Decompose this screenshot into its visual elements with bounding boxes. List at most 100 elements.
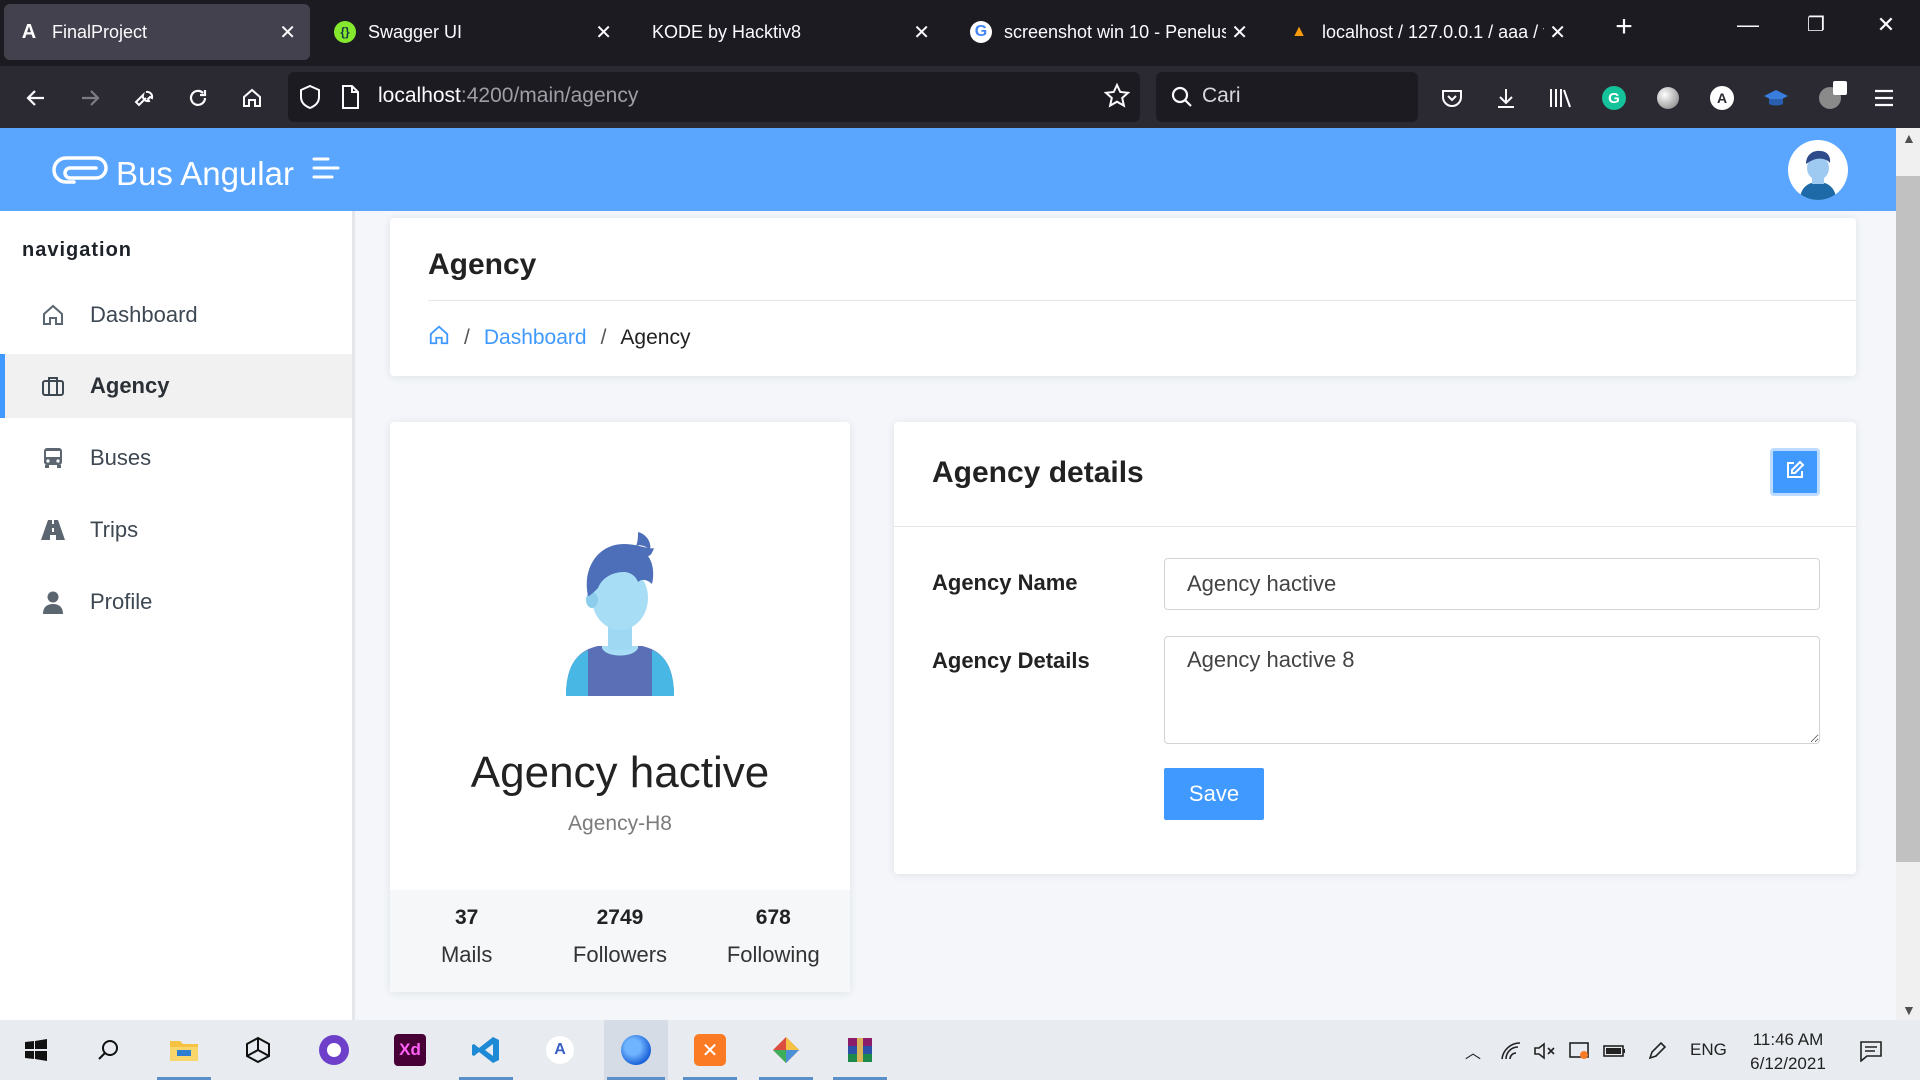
- user-avatar[interactable]: [1788, 140, 1848, 200]
- restore-icon[interactable]: ❐: [1796, 12, 1836, 37]
- agency-name-label: Agency Name: [932, 570, 1078, 595]
- app-menu-icon[interactable]: [1864, 78, 1904, 118]
- library-icon[interactable]: [1540, 78, 1580, 118]
- breadcrumb-separator: /: [464, 326, 470, 349]
- url-host: localhost: [378, 84, 461, 107]
- page-header-card: Agency / Dashboard / Agency: [390, 218, 1856, 376]
- page-title: Agency: [428, 248, 537, 281]
- agency-details-textarea[interactable]: Agency hactive 8: [1164, 636, 1820, 744]
- battery-icon[interactable]: [1602, 1038, 1628, 1064]
- app-header: Bus Angular: [0, 128, 1896, 211]
- unity-icon[interactable]: [228, 1020, 288, 1080]
- url-text[interactable]: localhost:4200/main/agency: [378, 84, 638, 108]
- sidebar-item-agency[interactable]: Agency: [0, 354, 352, 418]
- system-clock[interactable]: 11:46 AM 6/12/2021: [1740, 1028, 1836, 1076]
- adobe-xd-icon[interactable]: Xd: [380, 1020, 440, 1080]
- agency-details-label: Agency Details: [932, 648, 1090, 673]
- bus-icon: [40, 445, 66, 471]
- browser-tab[interactable]: KODE by Hacktiv8 ✕: [638, 4, 944, 60]
- browser-nav-bar: localhost:4200/main/agency Cari G A: [0, 66, 1920, 128]
- pocket-icon[interactable]: [1432, 78, 1472, 118]
- sidebar-item-profile[interactable]: Profile: [0, 570, 352, 634]
- agency-name-input[interactable]: [1164, 558, 1820, 610]
- scroll-down-icon[interactable]: ▼: [1902, 1002, 1916, 1018]
- windows-taskbar: Xd A ✕ ︿ ENG 11:46 AM 6/12/2021: [0, 1020, 1920, 1080]
- profile-subtitle: Agency-H8: [568, 812, 672, 835]
- tab-label: localhost / 127.0.0.1 / aaa / tr: [1322, 21, 1544, 42]
- window-close-icon[interactable]: ✕: [1866, 12, 1906, 38]
- pen-icon[interactable]: [1644, 1038, 1670, 1064]
- tab-close-icon[interactable]: ✕: [1231, 20, 1248, 45]
- winrar-icon[interactable]: [830, 1020, 890, 1080]
- wifi-icon[interactable]: [1498, 1038, 1524, 1064]
- windows-start-icon[interactable]: [6, 1020, 66, 1080]
- agency-details-card: Agency details Agency Name Agency Detail…: [894, 422, 1858, 874]
- tab-close-icon[interactable]: ✕: [913, 20, 930, 45]
- xampp-tray-icon[interactable]: [1566, 1038, 1592, 1064]
- tray-chevron-up-icon[interactable]: ︿: [1460, 1038, 1486, 1064]
- back-icon[interactable]: [16, 78, 56, 118]
- save-button[interactable]: Save: [1164, 768, 1264, 820]
- app-icon[interactable]: A: [530, 1020, 590, 1080]
- breadcrumb-dashboard-link[interactable]: Dashboard: [484, 326, 587, 350]
- sidebar-item-label: Agency: [90, 373, 170, 398]
- tab-label: FinalProject: [52, 21, 148, 42]
- forward-icon[interactable]: [70, 78, 110, 118]
- notification-center-icon[interactable]: [1858, 1038, 1884, 1064]
- sidebar-item-label: Buses: [90, 445, 152, 470]
- sidebar-item-buses[interactable]: Buses: [0, 426, 352, 490]
- file-explorer-icon[interactable]: [154, 1020, 214, 1080]
- github-desktop-icon[interactable]: [304, 1020, 364, 1080]
- home-icon[interactable]: [232, 78, 272, 118]
- search-icon[interactable]: [78, 1020, 138, 1080]
- reload-icon[interactable]: [178, 78, 218, 118]
- tab-close-icon[interactable]: ✕: [279, 20, 296, 45]
- google-favicon-icon: G: [970, 21, 992, 43]
- tab-close-icon[interactable]: ✕: [1549, 20, 1566, 45]
- tab-label: Swagger UI: [368, 21, 463, 42]
- swagger-favicon-icon: {}: [334, 21, 356, 43]
- sidebar-toggle-icon[interactable]: [312, 156, 340, 185]
- page-scrollbar[interactable]: ▲ ▼: [1896, 128, 1920, 1020]
- download-icon[interactable]: [1486, 78, 1526, 118]
- extension-icon[interactable]: [1648, 78, 1688, 118]
- url-bar[interactable]: localhost:4200/main/agency: [288, 72, 1140, 122]
- browser-tab[interactable]: {} Swagger UI ✕: [320, 4, 626, 60]
- browser-tab[interactable]: A FinalProject ✕: [4, 4, 310, 60]
- agency-avatar: [552, 526, 688, 701]
- firefox-icon[interactable]: [604, 1020, 668, 1080]
- graduation-cap-icon[interactable]: [1756, 78, 1796, 118]
- sidebar-item-label: Profile: [90, 589, 153, 614]
- stat-followers: 2749 Followers: [543, 890, 696, 992]
- sourcetree-icon[interactable]: [756, 1020, 816, 1080]
- new-tab-icon[interactable]: +: [1604, 10, 1644, 44]
- extensions-badge-icon[interactable]: [1810, 78, 1850, 118]
- sidebar-item-trips[interactable]: Trips: [0, 498, 352, 562]
- scrollbar-thumb[interactable]: [1896, 176, 1920, 862]
- minimize-icon[interactable]: —: [1728, 12, 1768, 38]
- language-indicator[interactable]: ENG: [1690, 1040, 1727, 1060]
- browser-tab[interactable]: ▲ localhost / 127.0.0.1 / aaa / tr ✕: [1274, 4, 1580, 60]
- grammarly-icon[interactable]: G: [1594, 78, 1634, 118]
- brand-logo[interactable]: Bus Angular: [52, 150, 294, 198]
- scroll-up-icon[interactable]: ▲: [1902, 130, 1916, 146]
- tab-close-icon[interactable]: ✕: [595, 20, 612, 45]
- vscode-icon[interactable]: [456, 1020, 516, 1080]
- briefcase-icon: [40, 373, 66, 399]
- browser-tab-strip: A FinalProject ✕ {} Swagger UI ✕ KODE by…: [0, 0, 1920, 66]
- volume-muted-icon[interactable]: [1532, 1038, 1558, 1064]
- shield-icon[interactable]: [298, 84, 322, 115]
- account-icon[interactable]: A: [1702, 78, 1742, 118]
- sidebar-item-dashboard[interactable]: Dashboard: [0, 283, 352, 347]
- edit-button[interactable]: [1770, 448, 1820, 496]
- browser-tab[interactable]: G screenshot win 10 - Penelusu ✕: [956, 4, 1262, 60]
- stat-label: Followers: [572, 942, 668, 967]
- breadcrumb-home-icon[interactable]: [428, 324, 450, 352]
- xampp-icon[interactable]: ✕: [680, 1020, 740, 1080]
- sidebar: navigation Dashboard Agency Buses Trips …: [0, 211, 355, 1020]
- search-icon: [1170, 85, 1194, 114]
- bookmark-star-icon[interactable]: [1103, 82, 1131, 114]
- tab-label: KODE by Hacktiv8: [652, 21, 802, 42]
- search-bar[interactable]: Cari: [1156, 72, 1418, 122]
- wrench-icon[interactable]: [124, 78, 164, 118]
